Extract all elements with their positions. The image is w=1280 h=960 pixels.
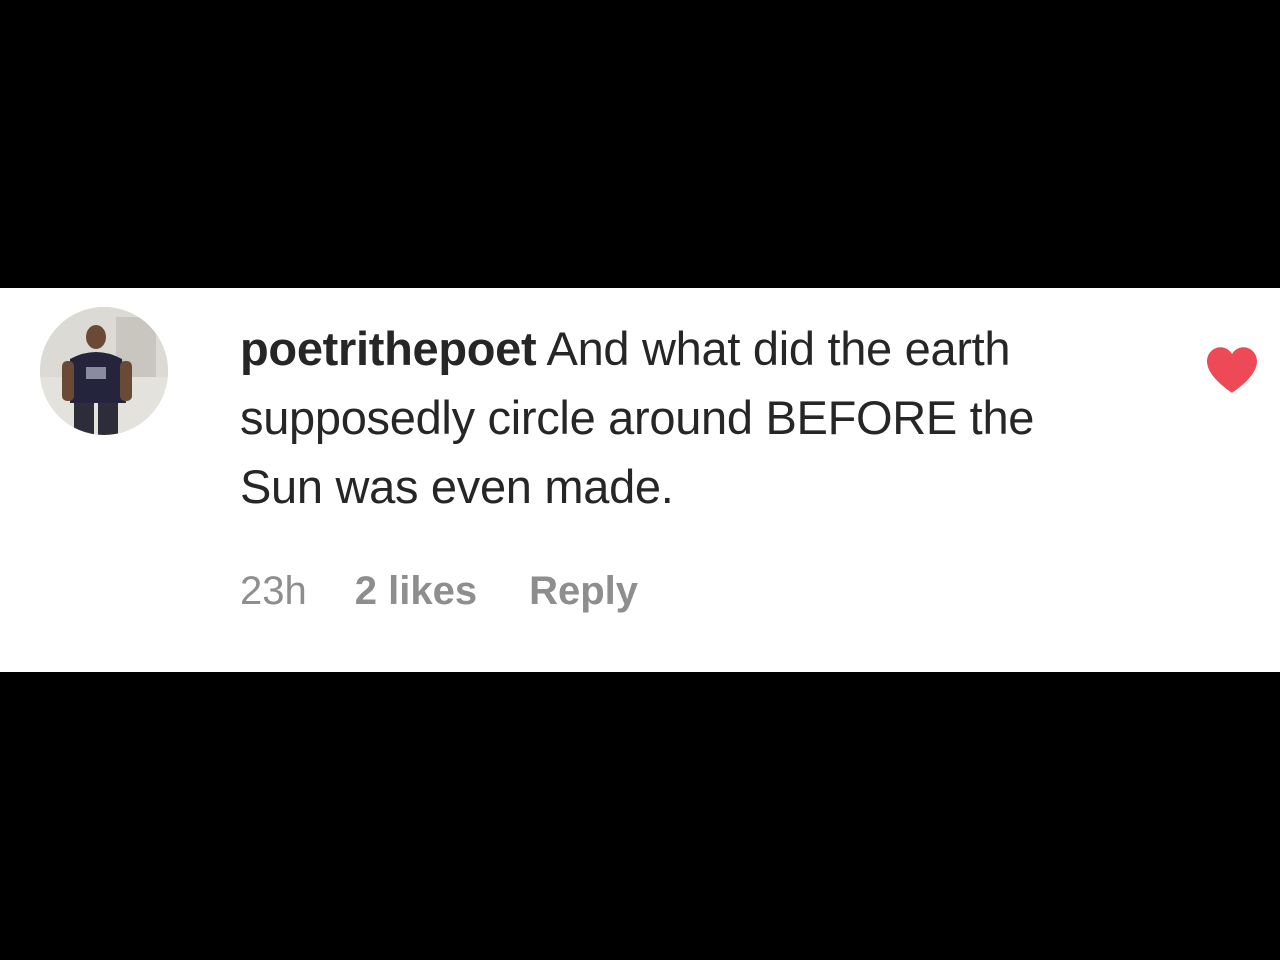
reply-button[interactable]: Reply [529, 569, 638, 614]
comment-meta: 23h 2 likes Reply [240, 566, 638, 616]
comment-body: poetrithepoet And what did the earth sup… [240, 314, 1040, 521]
avatar-photo [40, 307, 168, 435]
comment-card: poetrithepoet And what did the earth sup… [0, 288, 1280, 672]
heart-icon [1207, 347, 1257, 393]
comment-username[interactable]: poetrithepoet [240, 322, 537, 375]
user-avatar[interactable] [40, 307, 168, 435]
comment-likes-count[interactable]: 2 likes [355, 569, 477, 614]
like-button[interactable] [1204, 345, 1260, 395]
screenshot-frame: poetrithepoet And what did the earth sup… [0, 0, 1280, 960]
comment-timestamp: 23h [240, 568, 307, 613]
